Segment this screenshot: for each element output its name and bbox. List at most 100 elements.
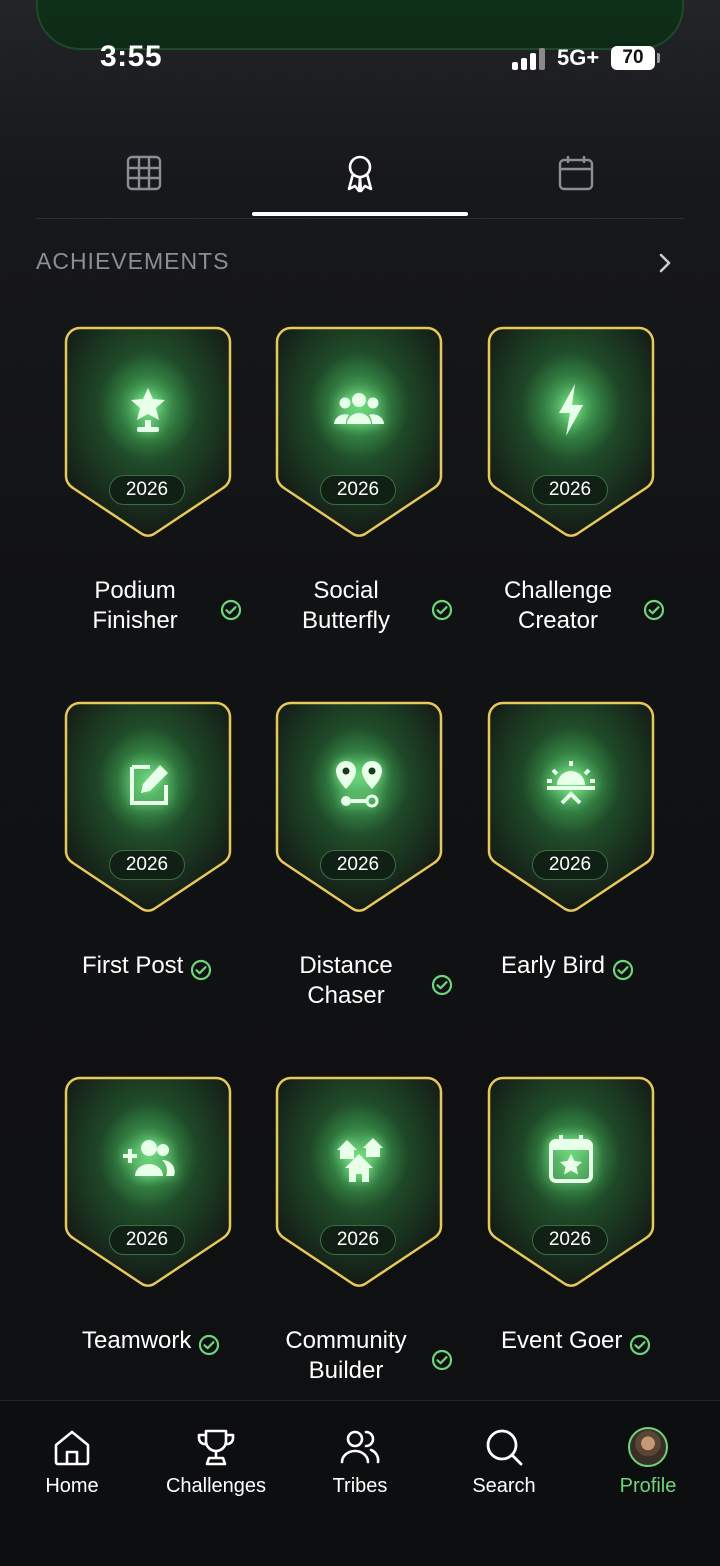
achievement-badge: 2026 [275,326,443,540]
badge-year: 2026 [320,1225,396,1255]
route-pins-icon [336,761,382,808]
badge-year: 2026 [109,475,185,505]
battery-level: 70 [622,47,644,68]
achievement-label-line1: Teamwork [82,1327,192,1354]
trophy-star-icon [131,388,165,432]
home-icon [54,1430,90,1466]
achievement-badge: 2026 [487,701,655,915]
achievement-label-line1: Podium [94,577,176,604]
nav-label: Profile [619,1475,677,1497]
lightning-icon [559,384,583,436]
achievement-label-line1: First Post [82,952,184,979]
section-title: ACHIEVEMENTS [36,248,230,274]
achievement-card[interactable]: 2026 Social Butterfly [247,326,458,656]
achievement-label: Podium Finisher [60,576,210,636]
achievement-label: Teamwork [82,1326,252,1356]
achievement-badge: 2026 [487,326,655,540]
nav-home[interactable]: Home [0,1425,144,1515]
check-circle-icon [431,599,453,621]
battery-icon: 70 [611,46,655,70]
badge-year: 2026 [320,475,396,505]
chevron-right-icon[interactable] [652,250,678,276]
badge-year: 2026 [320,850,396,880]
achievement-badge: 2026 [64,1076,232,1290]
achievement-label-line1: Distance [299,952,393,979]
achievement-badge: 2026 [487,1076,655,1290]
achievement-card[interactable]: 2026 Early Bird [459,701,670,1031]
badge-year: 2026 [532,1225,608,1255]
sunrise-icon [547,761,595,805]
achievement-label: Early Bird [501,951,671,981]
achievement-label-line1: Challenge [503,577,613,604]
achievement-label-line2: Butterfly [301,607,391,634]
status-bar: 3:55 5G+ 70 [0,0,720,110]
battery-tip [657,53,660,63]
calendar-star-icon [549,1135,593,1183]
grid-icon [126,155,162,191]
search-icon [486,1429,523,1466]
achievement-card[interactable]: 2026 Event Goer [459,1076,670,1406]
check-circle-icon [431,974,453,996]
achievement-badge: 2026 [275,701,443,915]
tab-achievements[interactable] [252,130,468,216]
achievement-label-line1: Community [285,1327,407,1354]
achievement-card[interactable]: 2026 Community Builder [247,1076,458,1406]
trophy-icon [197,1429,235,1466]
check-circle-icon [643,599,665,621]
achievement-label-line2: Builder [308,1357,384,1384]
check-circle-icon [199,1334,220,1356]
nav-label: Challenges [165,1475,267,1497]
achievement-card[interactable]: 2026 First Post [36,701,247,1031]
nav-label: Tribes [332,1475,388,1497]
nav-profile[interactable]: Profile [576,1425,720,1515]
achievement-card[interactable]: 2026 Distance Chaser [247,701,458,1031]
nav-tribes[interactable]: Tribes [288,1425,432,1515]
achievement-badge: 2026 [64,326,232,540]
avatar [628,1427,668,1467]
tab-selected-indicator [252,212,468,216]
check-circle-icon [630,1334,651,1356]
achievement-label: Social Butterfly [271,576,421,636]
check-circle-icon [612,959,634,981]
achievements-header[interactable]: ACHIEVEMENTS [36,246,684,280]
badge-year: 2026 [109,1225,185,1255]
ribbon-award-icon [347,155,373,193]
tab-calendar[interactable] [468,130,684,216]
nav-challenges[interactable]: Challenges [144,1425,288,1515]
badge-year: 2026 [532,850,608,880]
badge-year: 2026 [532,475,608,505]
achievement-label-line2: Finisher [92,607,178,634]
achievement-label-line1: Social [313,577,379,604]
achievement-label: Community Builder [271,1326,421,1386]
achievement-label-line1: Event Goer [501,1327,623,1354]
add-group-icon [123,1140,175,1176]
nav-label: Home [45,1475,99,1497]
group-icon [334,393,384,424]
achievement-badge: 2026 [275,1076,443,1290]
profile-tabs [36,130,684,219]
achievement-label-line2: Creator [517,607,599,634]
edit-icon [130,765,168,805]
nav-search[interactable]: Search [432,1425,576,1515]
achievement-label-line2: Chaser [307,982,385,1009]
achievement-badge: 2026 [64,701,232,915]
badge-year: 2026 [109,850,185,880]
status-time: 3:55 [100,40,163,73]
achievement-card[interactable]: 2026 Challenge Creator [459,326,670,656]
network-type: 5G+ [557,45,600,70]
people-icon [340,1430,380,1464]
bottom-nav: Home Challenges Tribes Search Profile [0,1400,720,1566]
calendar-icon [558,156,594,191]
achievement-label: Challenge Creator [483,576,633,636]
check-circle-icon [191,959,212,981]
achievement-label-line1: Early Bird [501,952,606,979]
tab-grid[interactable] [36,130,252,216]
signal-icon [512,48,548,70]
houses-icon [337,1138,383,1182]
achievement-card[interactable]: 2026 Teamwork [36,1076,247,1406]
check-circle-icon [431,1349,453,1371]
achievement-card[interactable]: 2026 Podium Finisher [36,326,247,656]
check-circle-icon [220,599,242,621]
nav-label: Search [472,1475,536,1497]
achievement-label: Distance Chaser [271,951,421,1011]
